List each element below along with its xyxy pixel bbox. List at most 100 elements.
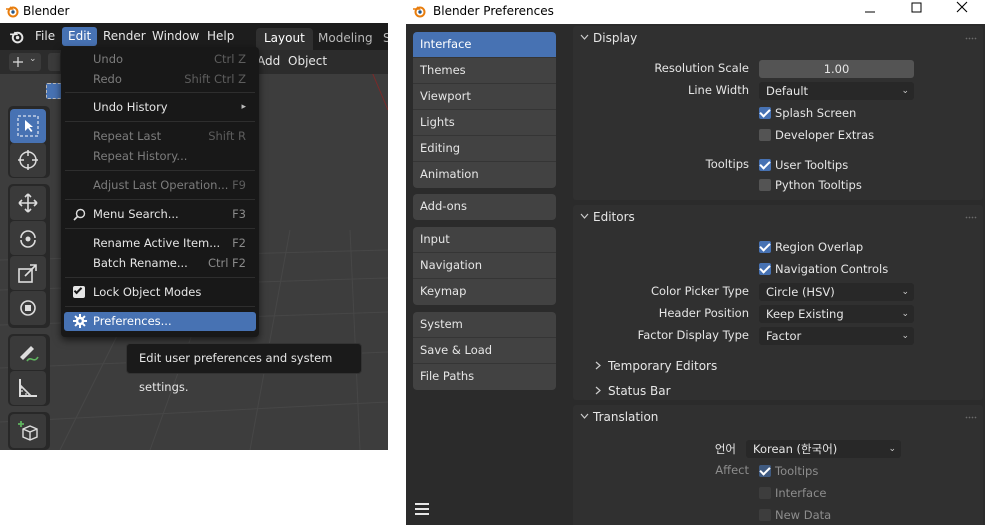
main-window: Blender File Edit Render Window Help Lay… <box>0 0 388 450</box>
drag-grip-icon[interactable] <box>965 216 977 219</box>
edit-dropdown-menu: Undo Ctrl Z Redo Shift Ctrl Z Undo Histo… <box>61 47 259 337</box>
menu-item-lock-object-modes[interactable]: Lock Object Modes <box>64 283 256 302</box>
cursor-tool-button[interactable] <box>10 143 46 177</box>
checkbox-box[interactable] <box>759 241 771 253</box>
chevron-down-icon: ⌄ <box>901 287 909 297</box>
add-cube-tool-button[interactable] <box>10 414 46 448</box>
nav-item-save-load[interactable]: Save & Load <box>413 338 556 364</box>
measure-tool-button[interactable] <box>10 371 46 405</box>
viewport-menu-add[interactable]: Add <box>257 54 280 68</box>
transform-icon <box>20 300 36 316</box>
menu-item-repeat-history[interactable]: Repeat History... <box>64 147 256 166</box>
close-button[interactable] <box>939 0 985 24</box>
select-tool-button[interactable] <box>10 109 46 143</box>
subpanel-title: Temporary Editors <box>608 359 718 373</box>
checkbox-label: Python Tooltips <box>775 178 862 192</box>
measure-ruler-icon <box>19 379 37 397</box>
editors-panel: Editors Region Overlap Navigation Contro… <box>573 205 983 400</box>
tool-group-select <box>8 106 50 178</box>
transform-tool-button[interactable] <box>10 291 46 325</box>
nav-item-keymap[interactable]: Keymap <box>413 279 556 305</box>
nav-item-input[interactable]: Input <box>413 227 556 253</box>
drag-grip-icon[interactable] <box>965 37 977 40</box>
viewport-menu-object[interactable]: Object <box>288 54 327 68</box>
menu-item-label: Redo <box>93 72 122 86</box>
mode-dropdown[interactable] <box>48 53 60 71</box>
color-picker-type-dropdown[interactable]: Circle (HSV) ⌄ <box>759 283 914 301</box>
menu-item-label: Lock Object Modes <box>93 285 202 299</box>
move-tool-button[interactable] <box>10 186 46 220</box>
checkbox-box[interactable] <box>759 129 771 141</box>
editors-panel-header[interactable]: Editors <box>573 205 983 229</box>
scale-tool-button[interactable] <box>10 256 46 290</box>
checkbox-box[interactable] <box>759 263 771 275</box>
menu-separator <box>65 277 255 278</box>
menu-window[interactable]: Window <box>146 27 205 46</box>
annotate-tool-button[interactable] <box>10 336 46 370</box>
nav-item-editing[interactable]: Editing <box>413 136 556 162</box>
checkbox-label: Navigation Controls <box>775 262 889 276</box>
menu-item-repeat-last[interactable]: Repeat Last Shift R <box>64 127 256 146</box>
checkbox-box[interactable] <box>759 179 771 191</box>
tab-overflow[interactable]: S <box>375 28 388 50</box>
hamburger-menu-icon[interactable] <box>414 502 430 516</box>
select-cursor-icon <box>17 115 39 137</box>
checkbox-box[interactable] <box>759 465 771 477</box>
rotate-tool-button[interactable] <box>10 221 46 255</box>
menu-item-label: Preferences... <box>93 314 172 328</box>
chevron-down-icon: ⌄ <box>888 444 896 454</box>
language-dropdown[interactable]: Korean (한국어) ⌄ <box>746 440 901 458</box>
menu-item-preferences[interactable]: Preferences... <box>64 312 256 331</box>
nav-item-interface[interactable]: Interface <box>413 32 556 58</box>
dropdown-value: Factor <box>766 329 802 343</box>
checkbox-box[interactable] <box>759 509 771 521</box>
checkbox-checked-icon[interactable] <box>73 285 85 298</box>
minimize-button[interactable] <box>847 0 893 24</box>
maximize-button[interactable] <box>893 0 939 24</box>
blender-menu-icon[interactable] <box>9 29 24 44</box>
line-width-dropdown[interactable]: Default ⌄ <box>759 82 914 100</box>
tab-modeling[interactable]: Modeling <box>310 28 381 50</box>
drag-grip-icon[interactable] <box>965 416 977 419</box>
tab-layout[interactable]: Layout <box>256 28 313 50</box>
line-width-label: Line Width <box>687 83 749 97</box>
resolution-scale-field[interactable]: 1.00 <box>759 60 914 78</box>
checkbox-box[interactable] <box>759 107 771 119</box>
preferences-window-title: Blender Preferences <box>433 4 554 18</box>
nav-item-system[interactable]: System <box>413 312 556 338</box>
dropdown-value: Keep Existing <box>766 307 844 321</box>
checkbox-box[interactable] <box>759 487 771 499</box>
nav-item-file-paths[interactable]: File Paths <box>413 364 556 390</box>
menu-item-rename-active-item[interactable]: Rename Active Item... F2 <box>64 234 256 253</box>
nav-item-themes[interactable]: Themes <box>413 58 556 84</box>
menu-item-adjust-last-operation[interactable]: Adjust Last Operation... F9 <box>64 176 256 195</box>
menu-file[interactable]: File <box>29 27 61 46</box>
menu-item-label: Rename Active Item... <box>93 236 221 250</box>
menu-item-undo[interactable]: Undo Ctrl Z <box>64 50 256 69</box>
nav-item-animation[interactable]: Animation <box>413 162 556 188</box>
checkbox-box[interactable] <box>759 159 771 171</box>
menu-item-batch-rename[interactable]: Batch Rename... Ctrl F2 <box>64 254 256 273</box>
menu-help[interactable]: Help <box>201 27 240 46</box>
nav-item-navigation[interactable]: Navigation <box>413 253 556 279</box>
submenu-arrow-icon: ▸ <box>241 102 246 112</box>
editor-type-dropdown[interactable]: ⌄ <box>9 53 41 71</box>
select-box-toggle[interactable] <box>46 83 62 99</box>
factor-display-type-dropdown[interactable]: Factor ⌄ <box>759 327 914 345</box>
menu-item-menu-search[interactable]: Menu Search... F3 <box>64 205 256 224</box>
nav-item-lights[interactable]: Lights <box>413 110 556 136</box>
tool-group-transform <box>8 184 50 328</box>
menu-render[interactable]: Render <box>97 27 152 46</box>
minimize-icon <box>865 11 875 13</box>
translation-panel-header[interactable]: Translation <box>573 405 983 429</box>
search-icon <box>73 208 86 221</box>
menu-item-redo[interactable]: Redo Shift Ctrl Z <box>64 70 256 89</box>
menu-edit[interactable]: Edit <box>62 27 98 46</box>
display-panel-header[interactable]: Display <box>573 26 983 50</box>
nav-item-addons[interactable]: Add-ons <box>413 194 556 220</box>
header-position-dropdown[interactable]: Keep Existing ⌄ <box>759 305 914 323</box>
nav-item-viewport[interactable]: Viewport <box>413 84 556 110</box>
menu-item-undo-history[interactable]: Undo History ▸ <box>64 98 256 117</box>
checkbox-label: User Tooltips <box>775 158 849 172</box>
preferences-titlebar: Blender Preferences <box>406 0 985 24</box>
